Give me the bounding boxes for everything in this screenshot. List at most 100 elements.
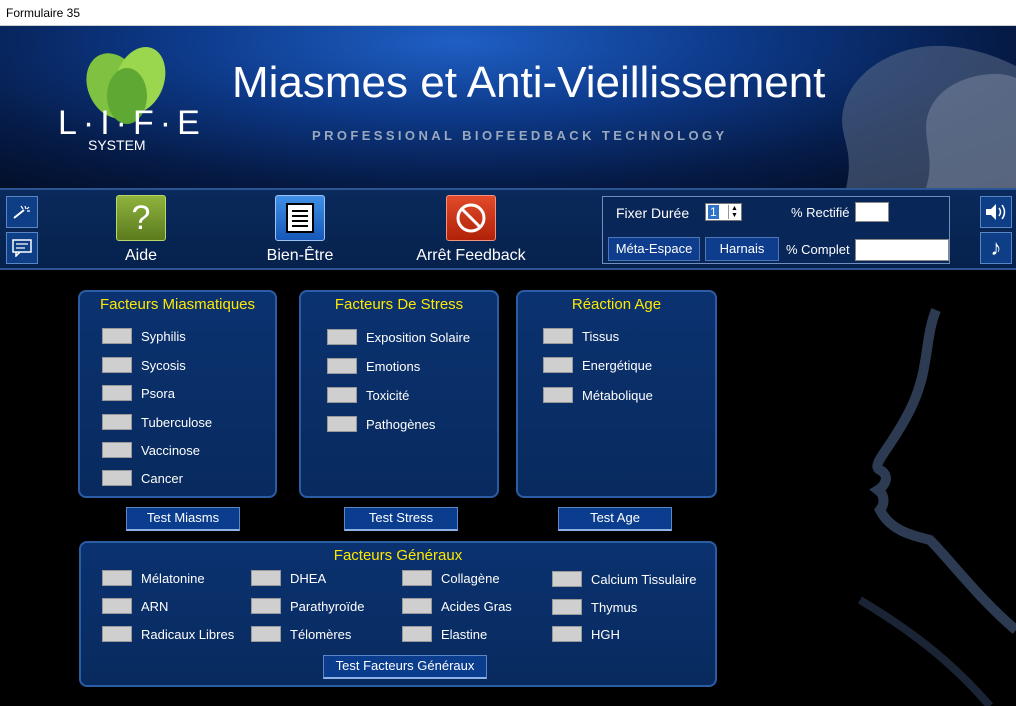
checkbox[interactable]	[251, 598, 281, 614]
chat-button[interactable]	[6, 232, 38, 264]
speaker-icon	[986, 204, 1006, 220]
checkbox-telomeres[interactable]: Télomères	[251, 626, 351, 642]
harnais-button[interactable]: Harnais	[705, 237, 779, 261]
generaux-title: Facteurs Généraux	[333, 547, 463, 564]
checkbox[interactable]	[102, 570, 132, 586]
checkbox-melatonine[interactable]: Mélatonine	[102, 570, 205, 586]
checkbox-sycosis[interactable]: Sycosis	[102, 357, 186, 373]
fixer-duree-label: Fixer Durée	[616, 205, 690, 221]
item-label: Mélatonine	[141, 570, 205, 586]
checkbox[interactable]	[402, 570, 432, 586]
checkbox[interactable]	[327, 329, 357, 345]
wand-icon	[13, 205, 30, 219]
arret-feedback-button[interactable]: Arrêt Feedback	[410, 195, 532, 265]
test-age-button[interactable]: Test Age	[558, 507, 672, 531]
checkbox[interactable]	[327, 416, 357, 432]
checkbox-cancer[interactable]: Cancer	[102, 470, 183, 486]
bienetre-label: Bien-Être	[266, 247, 334, 264]
checkbox[interactable]	[102, 470, 132, 486]
checkbox-collagene[interactable]: Collagène	[402, 570, 500, 586]
checkbox[interactable]	[543, 357, 573, 373]
item-label: ARN	[141, 598, 169, 614]
checkbox-arn[interactable]: ARN	[102, 598, 168, 614]
checkbox-energetique[interactable]: Energétique	[543, 357, 652, 373]
volume-button[interactable]	[980, 196, 1012, 228]
meta-espace-button[interactable]: Méta-Espace	[608, 237, 700, 261]
item-label: Toxicité	[366, 387, 410, 403]
document-icon	[275, 195, 325, 241]
miasmes-panel: Facteurs Miasmatiques Syphilis Sycosis P…	[78, 290, 277, 498]
tagline: PROFESSIONAL BIOFEEDBACK TECHNOLOGY	[312, 128, 728, 143]
checkbox[interactable]	[102, 328, 132, 344]
checkbox[interactable]	[327, 387, 357, 403]
item-label: Radicaux Libres	[141, 626, 235, 642]
test-stress-button[interactable]: Test Stress	[344, 507, 458, 531]
rectifie-field[interactable]	[855, 202, 889, 222]
item-label: DHEA	[290, 570, 327, 586]
duration-panel: Fixer Durée 1 ▲ ▼ % Rectifié Méta-Espace …	[602, 196, 950, 264]
arret-label: Arrêt Feedback	[416, 247, 526, 264]
stress-title: Facteurs De Stress	[334, 296, 464, 313]
item-label: Collagène	[441, 570, 500, 586]
checkbox[interactable]	[552, 599, 582, 615]
checkbox-metabolique[interactable]: Métabolique	[543, 387, 653, 403]
checkbox[interactable]	[102, 414, 132, 430]
item-label: Exposition Solaire	[366, 329, 471, 345]
checkbox[interactable]	[102, 598, 132, 614]
music-button[interactable]: ♪	[980, 232, 1012, 264]
checkbox-psora[interactable]: Psora	[102, 385, 175, 401]
checkbox[interactable]	[552, 626, 582, 642]
stop-icon	[446, 195, 496, 241]
wand-button[interactable]	[6, 196, 38, 228]
duration-stepper[interactable]: 1 ▲ ▼	[705, 203, 742, 221]
checkbox-acides-gras[interactable]: Acides Gras	[402, 598, 512, 614]
checkbox-vaccinose[interactable]: Vaccinose	[102, 442, 200, 458]
checkbox-tuberculose[interactable]: Tuberculose	[102, 414, 212, 430]
checkbox[interactable]	[251, 626, 281, 642]
item-label: Emotions	[366, 358, 421, 374]
checkbox[interactable]	[251, 570, 281, 586]
checkbox-tissus[interactable]: Tissus	[543, 328, 619, 344]
checkbox-thymus[interactable]: Thymus	[552, 599, 637, 615]
page-title: Miasmes et Anti-Vieillissement	[232, 58, 826, 107]
checkbox[interactable]	[102, 357, 132, 373]
miasmes-title: Facteurs Miasmatiques	[99, 296, 256, 313]
checkbox-hgh[interactable]: HGH	[552, 626, 620, 642]
checkbox-exposition-solaire[interactable]: Exposition Solaire	[327, 329, 470, 345]
checkbox-radicaux-libres[interactable]: Radicaux Libres	[102, 626, 234, 642]
checkbox[interactable]	[102, 442, 132, 458]
test-facteurs-generaux-button[interactable]: Test Facteurs Généraux	[323, 655, 487, 679]
checkbox-syphilis[interactable]: Syphilis	[102, 328, 186, 344]
stepper-arrows-icon[interactable]: ▲ ▼	[728, 205, 740, 219]
item-label: Calcium Tissulaire	[591, 571, 697, 587]
checkbox[interactable]	[552, 571, 582, 587]
age-title: Réaction Age	[571, 296, 662, 313]
checkbox[interactable]	[543, 387, 573, 403]
checkbox-dhea[interactable]: DHEA	[251, 570, 326, 586]
checkbox[interactable]	[543, 328, 573, 344]
checkbox-elastine[interactable]: Elastine	[402, 626, 487, 642]
checkbox[interactable]	[402, 626, 432, 642]
item-label: Tissus	[582, 328, 620, 344]
item-label: Thymus	[591, 599, 638, 615]
checkbox[interactable]	[102, 626, 132, 642]
item-label: Elastine	[441, 626, 488, 642]
checkbox-emotions[interactable]: Emotions	[327, 358, 420, 374]
item-label: Télomères	[290, 626, 352, 642]
checkbox-calcium-tissulaire[interactable]: Calcium Tissulaire	[552, 571, 696, 587]
item-label: Tuberculose	[141, 414, 213, 430]
checkbox-pathogenes[interactable]: Pathogènes	[327, 416, 435, 432]
bienetre-button[interactable]: Bien-Être	[258, 195, 342, 265]
generaux-panel: Facteurs Généraux Mélatonine DHEA Collag…	[79, 541, 717, 687]
checkbox[interactable]	[102, 385, 132, 401]
complet-field[interactable]	[855, 239, 949, 261]
checkbox-parathyroide[interactable]: Parathyroïde	[251, 598, 364, 614]
item-label: Psora	[141, 385, 175, 401]
checkbox-toxicite[interactable]: Toxicité	[327, 387, 409, 403]
checkbox[interactable]	[402, 598, 432, 614]
item-label: HGH	[591, 626, 620, 642]
aide-button[interactable]: ? Aide	[110, 195, 172, 265]
test-miasms-button[interactable]: Test Miasms	[126, 507, 240, 531]
checkbox[interactable]	[327, 358, 357, 374]
face-profile-decoration	[857, 308, 1016, 706]
